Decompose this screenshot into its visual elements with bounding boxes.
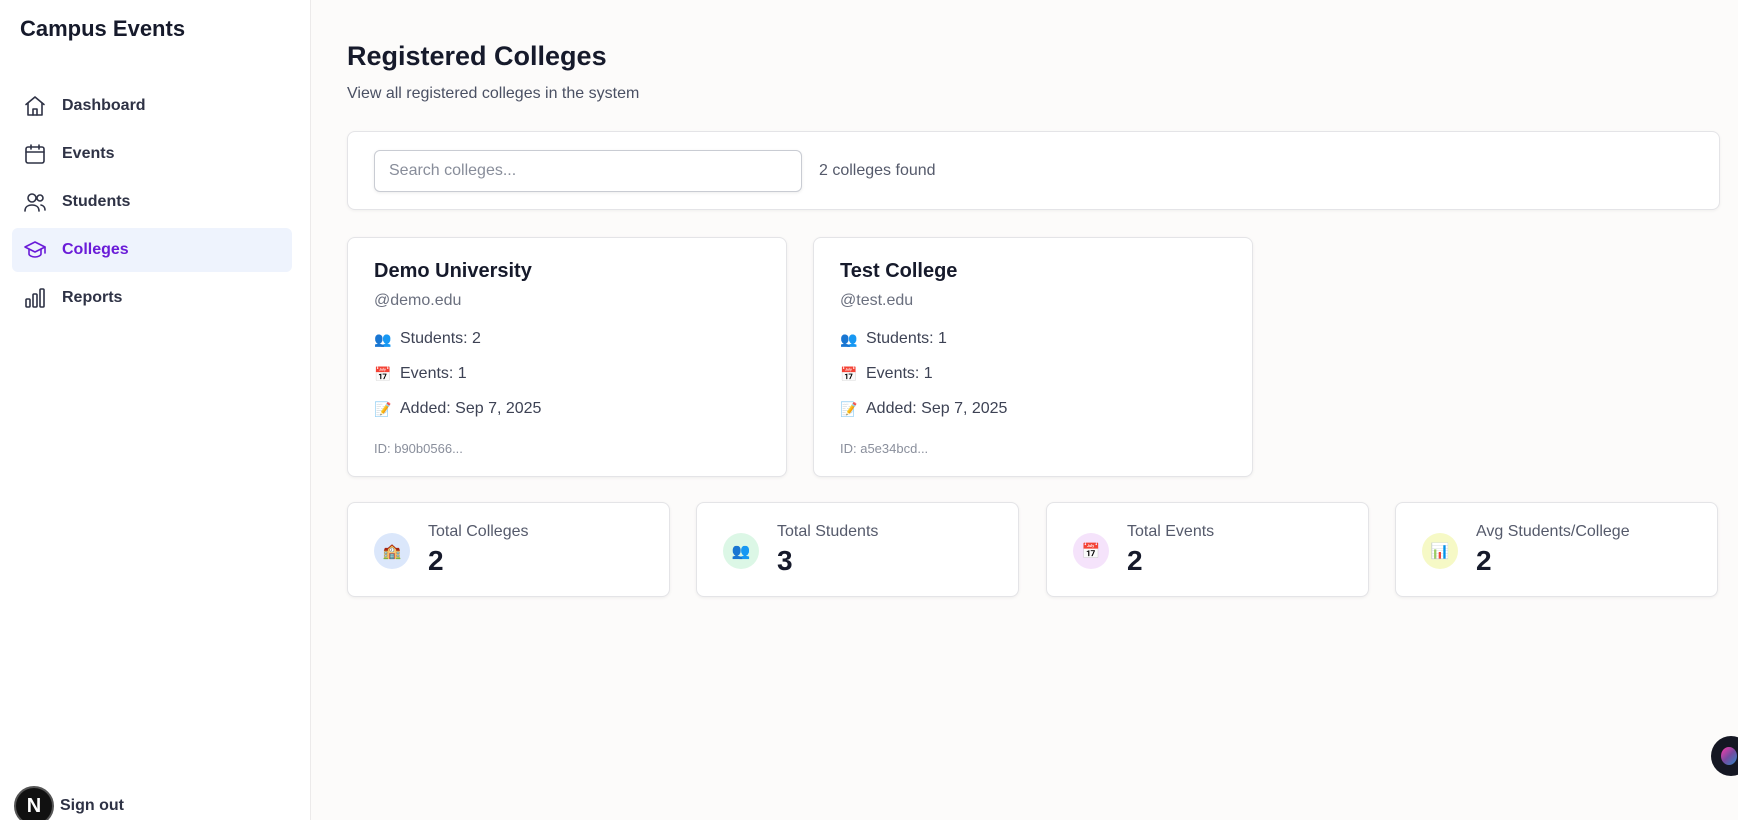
- sidebar-item-dashboard[interactable]: Dashboard: [12, 84, 292, 128]
- college-domain: @demo.edu: [374, 292, 462, 309]
- sidebar: Campus Events Dashboard Events Students …: [0, 0, 311, 820]
- summary-value: 2: [428, 545, 444, 576]
- summary-card-avg-students: 📊 Avg Students/College 2: [1395, 502, 1718, 597]
- sidebar-item-label: Colleges: [62, 241, 129, 258]
- calendar-icon: [22, 141, 48, 167]
- memo-icon: 📝: [840, 400, 858, 417]
- students-count-text: Students: 1: [866, 330, 947, 347]
- college-events: 📅 Events: 1: [840, 365, 933, 383]
- avatar: N: [14, 786, 54, 820]
- sidebar-item-colleges[interactable]: Colleges: [12, 228, 292, 272]
- college-id: ID: b90b0566...: [374, 441, 463, 456]
- bar-chart-icon: [22, 285, 48, 311]
- added-date-text: Added: Sep 7, 2025: [400, 400, 542, 417]
- sidebar-item-label: Dashboard: [62, 97, 146, 114]
- college-domain: @test.edu: [840, 292, 914, 309]
- college-students: 👥 Students: 1: [840, 330, 947, 348]
- college-name: Demo University: [374, 260, 532, 282]
- students-count-text: Students: 2: [400, 330, 481, 347]
- college-card[interactable]: Demo University @demo.edu 👥 Students: 2 …: [347, 237, 787, 477]
- bar-chart-icon: 📊: [1422, 533, 1458, 569]
- added-date-text: Added: Sep 7, 2025: [866, 400, 1008, 417]
- app-title: Campus Events: [20, 16, 186, 41]
- search-input[interactable]: [374, 150, 802, 192]
- memo-icon: 📝: [374, 400, 392, 417]
- college-events: 📅 Events: 1: [374, 365, 467, 383]
- sign-out-button[interactable]: N Sign out: [14, 786, 124, 820]
- summary-label: Total Students: [777, 523, 879, 540]
- college-students: 👥 Students: 2: [374, 330, 481, 348]
- events-count-text: Events: 1: [400, 365, 467, 382]
- page-subtitle: View all registered colleges in the syst…: [347, 85, 640, 102]
- sidebar-item-events[interactable]: Events: [12, 132, 292, 176]
- users-icon: 👥: [374, 330, 392, 347]
- main-content: Registered Colleges View all registered …: [347, 0, 1738, 820]
- search-card: 2 colleges found: [347, 131, 1720, 210]
- college-id: ID: a5e34bcd...: [840, 441, 929, 456]
- assistant-logo-icon: [1721, 747, 1737, 765]
- sidebar-item-label: Students: [62, 193, 131, 210]
- sidebar-item-label: Reports: [62, 289, 123, 306]
- users-icon: [22, 189, 48, 215]
- summary-value: 2: [1476, 545, 1492, 576]
- summary-label: Avg Students/College: [1476, 523, 1630, 540]
- summary-value: 3: [777, 545, 793, 576]
- sidebar-item-reports[interactable]: Reports: [12, 276, 292, 320]
- sidebar-item-students[interactable]: Students: [12, 180, 292, 224]
- summary-label: Total Events: [1127, 523, 1215, 540]
- result-count: 2 colleges found: [819, 162, 936, 179]
- page-title: Registered Colleges: [347, 41, 607, 71]
- college-added: 📝 Added: Sep 7, 2025: [840, 400, 1007, 418]
- sidebar-nav: Dashboard Events Students Colleges Repor…: [12, 84, 292, 324]
- college-added: 📝 Added: Sep 7, 2025: [374, 400, 541, 418]
- calendar-icon: 📅: [374, 365, 392, 382]
- users-icon: 👥: [840, 330, 858, 347]
- summary-card-total-students: 👥 Total Students 3: [696, 502, 1019, 597]
- summary-card-total-events: 📅 Total Events 2: [1046, 502, 1369, 597]
- events-count-text: Events: 1: [866, 365, 933, 382]
- calendar-icon: 📅: [1073, 533, 1109, 569]
- calendar-icon: 📅: [840, 365, 858, 382]
- home-icon: [22, 93, 48, 119]
- sidebar-item-label: Events: [62, 145, 115, 162]
- summary-label: Total Colleges: [428, 523, 529, 540]
- college-name: Test College: [840, 260, 958, 282]
- summary-value: 2: [1127, 545, 1143, 576]
- users-icon: 👥: [723, 533, 759, 569]
- college-card[interactable]: Test College @test.edu 👥 Students: 1 📅 E…: [813, 237, 1253, 477]
- sign-out-label: Sign out: [60, 797, 124, 814]
- summary-card-total-colleges: 🏫 Total Colleges 2: [347, 502, 670, 597]
- school-icon: 🏫: [374, 533, 410, 569]
- graduation-cap-icon: [22, 237, 48, 263]
